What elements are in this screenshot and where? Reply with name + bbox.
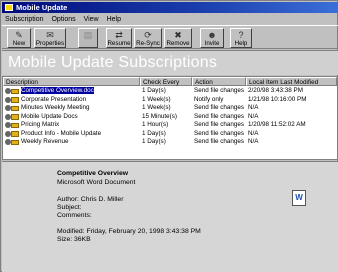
menu-options[interactable]: Options — [48, 14, 78, 25]
new-button[interactable]: ✎ New — [7, 28, 31, 48]
folder-icon — [11, 122, 19, 128]
list-header: Description Check Every Action Local Ite… — [3, 77, 337, 86]
table-row[interactable]: Mobile Update Docs 15 Minute(s) Send fil… — [3, 113, 337, 122]
table-row[interactable]: Weekly Revenue 1 Day(s) Send file change… — [3, 138, 337, 147]
menu-view[interactable]: View — [81, 14, 102, 25]
column-description[interactable]: Description — [3, 77, 140, 86]
table-row[interactable]: Competitive Overview.doc 1 Day(s) Send f… — [3, 87, 337, 96]
menu-bar: Subscription Options View Help — [2, 14, 338, 25]
mobile-update-window: Mobile Update Subscription Options View … — [0, 0, 338, 272]
word-document-icon[interactable]: W — [292, 190, 306, 206]
subscription-list[interactable]: Description Check Every Action Local Ite… — [2, 76, 338, 160]
subscriptions-banner: Mobile Update Subscriptions — [2, 50, 338, 75]
table-row[interactable]: Product Info - Mobile Update 1 Day(s) Se… — [3, 130, 337, 139]
toolbar: ✎ New ✉ Properties ▤ ⇄ Resume ⟳ Re-Sync … — [2, 25, 338, 49]
resync-button[interactable]: ⟳ Re-Sync — [134, 28, 162, 48]
preview-author: Author: Chris D. Miller — [57, 196, 124, 203]
app-icon — [5, 4, 13, 11]
folder-icon — [11, 105, 19, 111]
resume-button[interactable]: ⇄ Resume — [106, 28, 132, 48]
table-row[interactable]: Corporate Presentation 1 Week(s) Notify … — [3, 96, 337, 105]
folder-icon — [11, 139, 19, 145]
invite-icon: ☻ — [207, 30, 217, 40]
properties-button[interactable]: ✉ Properties — [34, 28, 66, 48]
item-preview-pane: Competitive Overview Microsoft Word Docu… — [2, 161, 338, 272]
preview-comments: Comments: — [57, 212, 92, 219]
invite-button[interactable]: ☻ Invite — [200, 28, 224, 48]
folder-icon — [11, 114, 19, 120]
banner-title: Mobile Update Subscriptions — [8, 54, 218, 71]
help-icon: ? — [238, 30, 244, 40]
preview-size: Size: 36KB — [57, 236, 91, 243]
column-action[interactable]: Action — [192, 77, 246, 86]
new-subscription-icon: ✎ — [15, 30, 23, 40]
menu-help[interactable]: Help — [104, 14, 124, 25]
table-row[interactable]: Minutes Weekly Meeting 1 Week(s) Send fi… — [3, 104, 337, 113]
help-button[interactable]: ? Help — [230, 28, 252, 48]
folder-icon — [11, 131, 19, 137]
toolbar-spacer-button: ▤ — [78, 28, 98, 48]
preview-file-type: Microsoft Word Document — [57, 179, 136, 186]
preview-subject: Subject: — [57, 204, 82, 211]
preview-modified: Modified: Friday, February 20, 1998 3:43… — [57, 228, 201, 235]
menu-subscription[interactable]: Subscription — [2, 14, 47, 25]
column-last-modified[interactable]: Local Item Last Modified — [246, 77, 337, 86]
remove-icon: ✖ — [174, 30, 182, 40]
properties-icon: ✉ — [46, 30, 54, 40]
preview-title: Competitive Overview — [57, 170, 129, 177]
table-row[interactable]: Pricing Matrix 1 Hour(s) Send file chang… — [3, 121, 337, 130]
column-check-every[interactable]: Check Every — [140, 77, 192, 86]
remove-button[interactable]: ✖ Remove — [164, 28, 192, 48]
title-bar[interactable]: Mobile Update — [2, 2, 338, 13]
folder-icon — [11, 97, 19, 103]
folder-icon — [11, 88, 19, 94]
window-title: Mobile Update — [16, 3, 68, 12]
resume-icon: ⇄ — [115, 30, 123, 40]
resync-icon: ⟳ — [144, 30, 152, 40]
